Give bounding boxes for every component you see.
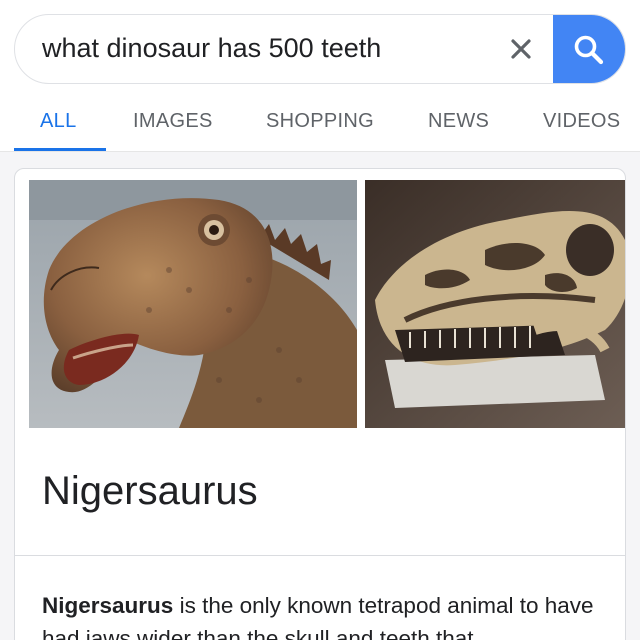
card-divider bbox=[15, 555, 625, 556]
header-divider bbox=[0, 151, 640, 152]
entity-title: Nigersaurus bbox=[42, 469, 258, 513]
image-dinosaur-model[interactable] bbox=[29, 180, 357, 428]
tab-shopping[interactable]: SHOPPING bbox=[266, 110, 374, 133]
snippet-entity-name: Nigersaurus bbox=[42, 593, 174, 618]
search-icon bbox=[574, 35, 604, 65]
description-snippet: Nigersaurus is the only known tetrapod a… bbox=[42, 589, 602, 640]
tab-videos[interactable]: VIDEOS bbox=[543, 110, 620, 133]
image-dinosaur-skull[interactable] bbox=[365, 180, 625, 428]
close-icon[interactable] bbox=[503, 31, 539, 67]
tab-all[interactable]: ALL bbox=[40, 110, 77, 133]
search-tabs: ALL IMAGES SHOPPING NEWS VIDEOS bbox=[0, 100, 640, 152]
search-header: what dinosaur has 500 teeth ALL IMAGES S… bbox=[0, 0, 640, 152]
image-carousel[interactable] bbox=[29, 180, 625, 430]
search-bar[interactable]: what dinosaur has 500 teeth bbox=[14, 14, 626, 84]
search-input[interactable]: what dinosaur has 500 teeth bbox=[42, 33, 381, 64]
tab-images[interactable]: IMAGES bbox=[133, 110, 213, 133]
tab-news[interactable]: NEWS bbox=[428, 110, 489, 133]
search-button[interactable] bbox=[553, 15, 625, 83]
knowledge-panel: Nigersaurus Nigersaurus is the only know… bbox=[14, 168, 626, 640]
